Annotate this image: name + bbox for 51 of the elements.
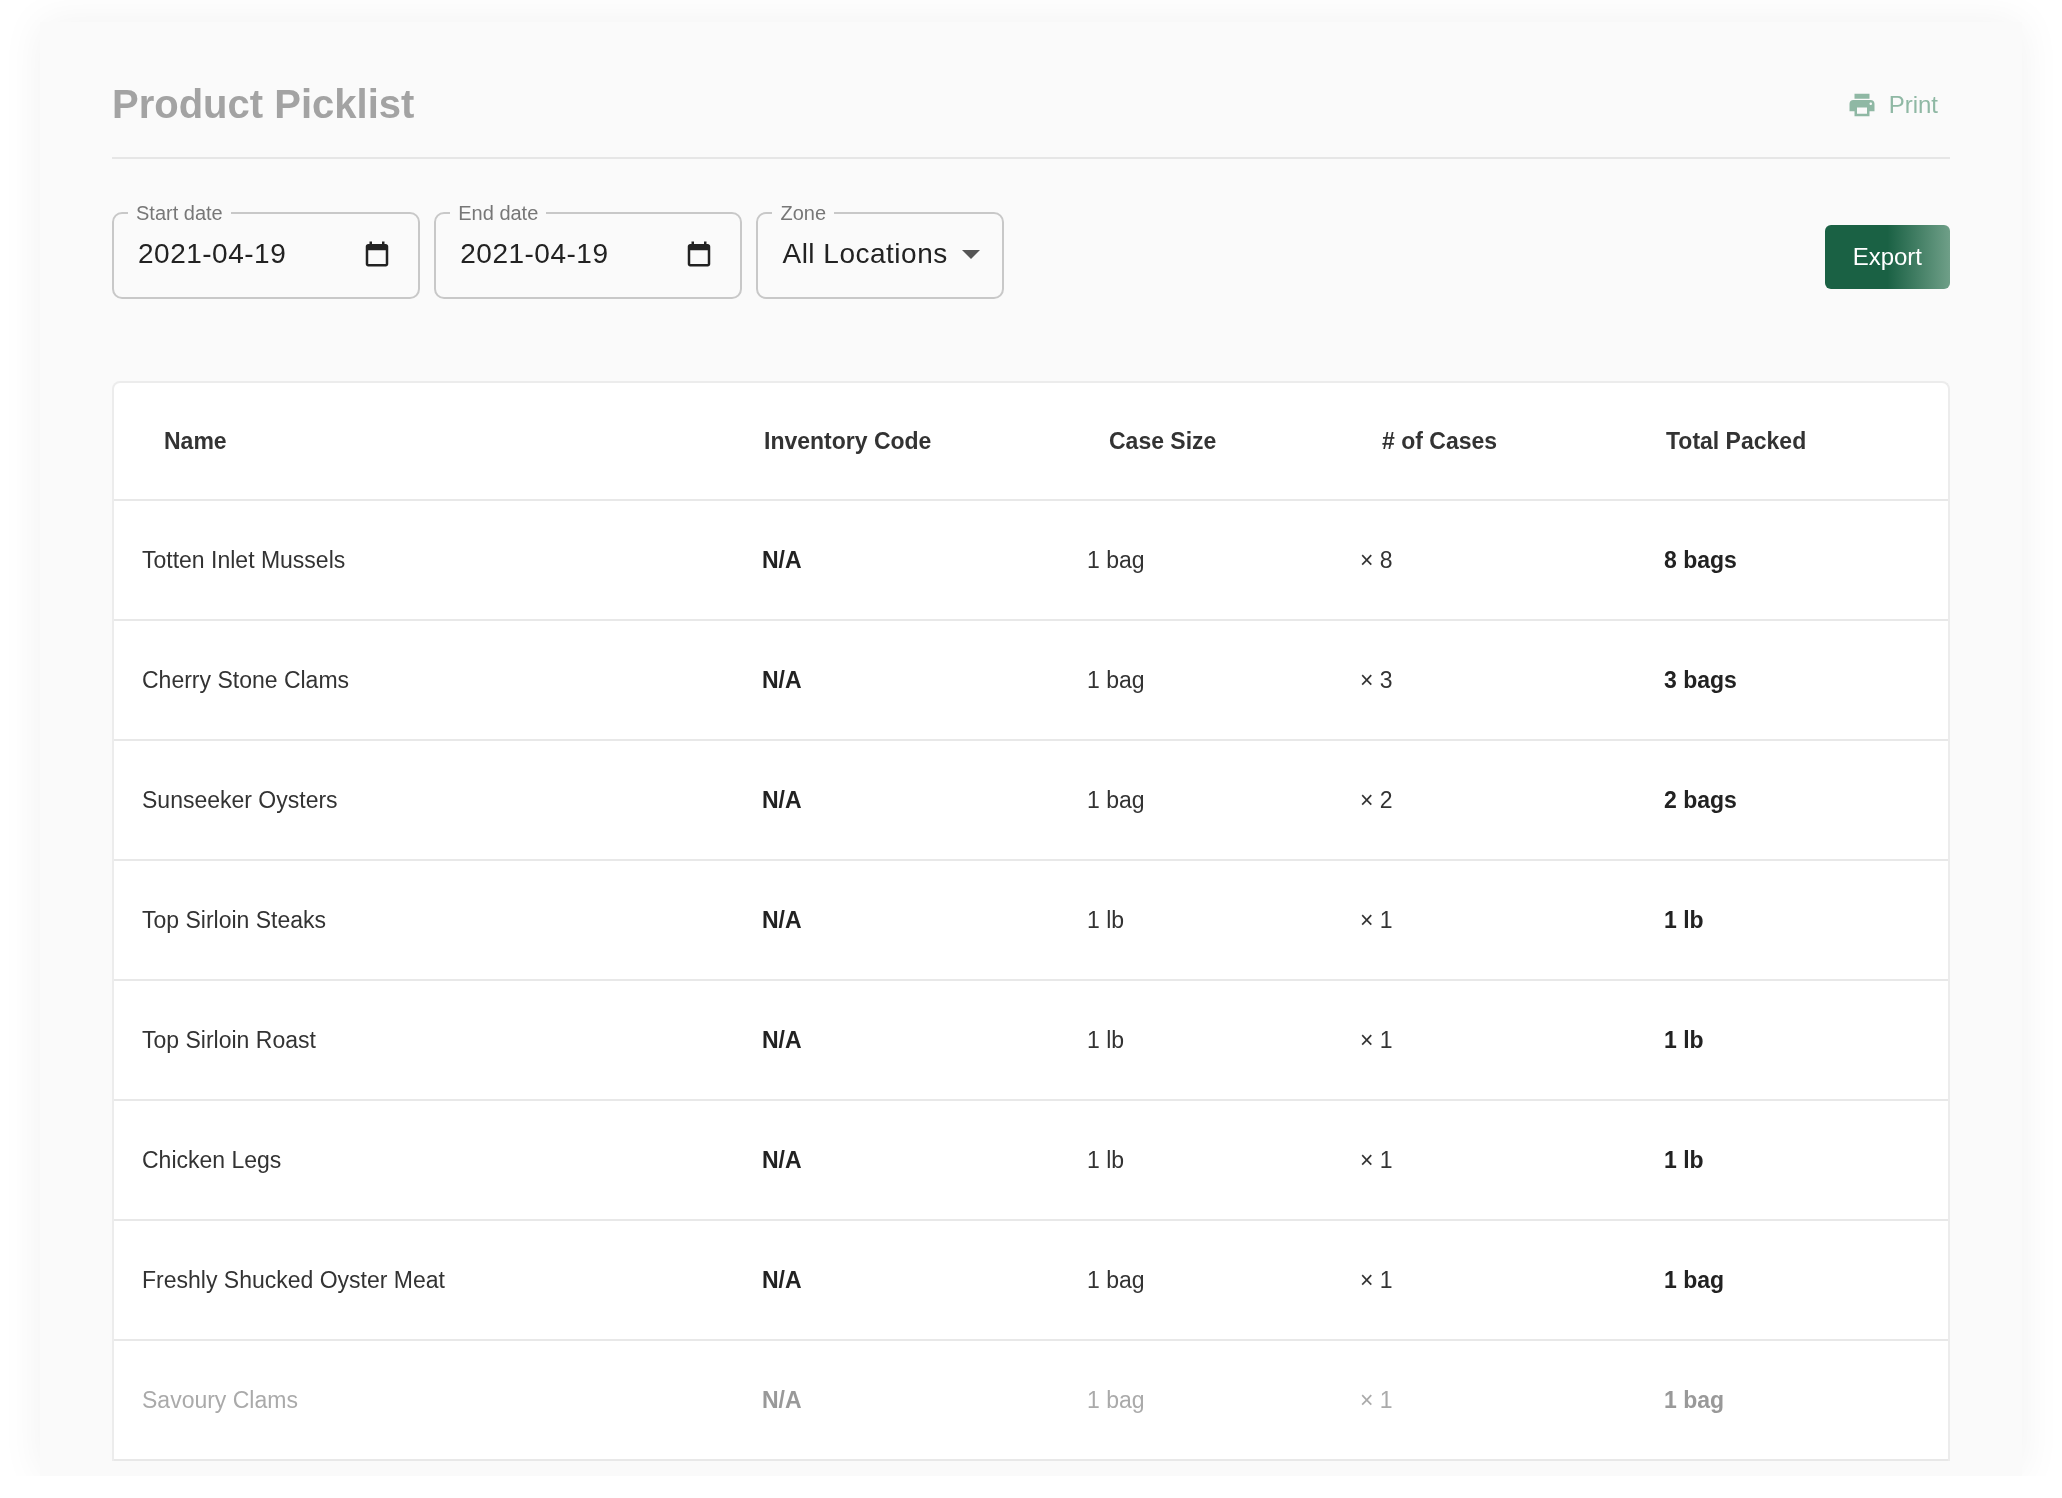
table-cell-text: 1 bag (1663, 1266, 1726, 1294)
caret-icon (961, 249, 980, 259)
table-cell-text: Sunseeker Oysters (142, 786, 339, 814)
table-cell-text: Totten Inlet Mussels (142, 546, 347, 574)
table-cell-text: × 1 (1360, 1146, 1394, 1174)
table-cell-text: Savoury Clams (142, 1386, 299, 1414)
table-cell-text: N/A (761, 1266, 803, 1294)
column-header: Case Size (1108, 427, 1218, 455)
table-cell-text: Top Sirloin Steaks (142, 906, 328, 934)
table-cell-text: × 1 (1360, 1026, 1394, 1054)
table-cell-text: 1 lb (1087, 1026, 1126, 1054)
table-cell-text: N/A (761, 1386, 803, 1414)
page-title: Product Picklist (112, 82, 415, 127)
table-cell-text: × 2 (1360, 786, 1394, 814)
table-cell-text: N/A (761, 906, 803, 934)
field-label: Start date (135, 201, 224, 225)
table-cell-text: N/A (761, 1026, 803, 1054)
table-cell-text: 1 bag (1663, 1386, 1726, 1414)
column-header: Inventory Code (763, 427, 933, 455)
table-cell-text: 2 bags (1663, 786, 1738, 814)
table-cell-text: 1 lb (1087, 906, 1126, 934)
column-header: Total Packed (1665, 427, 1808, 455)
table-cell-text: × 1 (1360, 1266, 1394, 1294)
column-header: # of Cases (1381, 427, 1499, 455)
table-cell-text: Freshly Shucked Oyster Meat (142, 1266, 446, 1294)
table-cell-text: 1 bag (1087, 1266, 1146, 1294)
table-cell-text: 1 lb (1663, 1026, 1705, 1054)
field-label: End date (457, 201, 540, 225)
table-cell-text: 1 bag (1087, 786, 1146, 814)
table-cell-text: 1 bag (1087, 546, 1146, 574)
table-cell-text: 1 lb (1663, 906, 1705, 934)
table-cell-text: Cherry Stone Clams (142, 666, 351, 694)
table-cell-text: N/A (761, 666, 803, 694)
table-cell-text: × 1 (1360, 1386, 1394, 1414)
table-cell-text: N/A (761, 786, 803, 814)
table-cell-text: × 1 (1360, 906, 1394, 934)
column-header: Name (163, 427, 228, 455)
table-cell-text: 8 bags (1663, 546, 1738, 574)
table-cell-text: N/A (761, 546, 803, 574)
field-label: Zone (779, 201, 828, 225)
table-cell-text: 1 lb (1663, 1146, 1705, 1174)
table-cell-text: N/A (761, 1146, 803, 1174)
table-cell-text: 1 bag (1087, 666, 1146, 694)
table-cell-text: Chicken Legs (142, 1146, 283, 1174)
table-cell-text: Top Sirloin Roast (142, 1026, 317, 1054)
table-cell-text: × 3 (1360, 666, 1394, 694)
table-cell-text: 1 lb (1087, 1146, 1126, 1174)
table-cell-text: 1 bag (1087, 1386, 1146, 1414)
table-cell-text: 3 bags (1663, 666, 1738, 694)
export-button[interactable]: Export (1824, 225, 1950, 289)
table-cell-text: × 8 (1360, 546, 1394, 574)
